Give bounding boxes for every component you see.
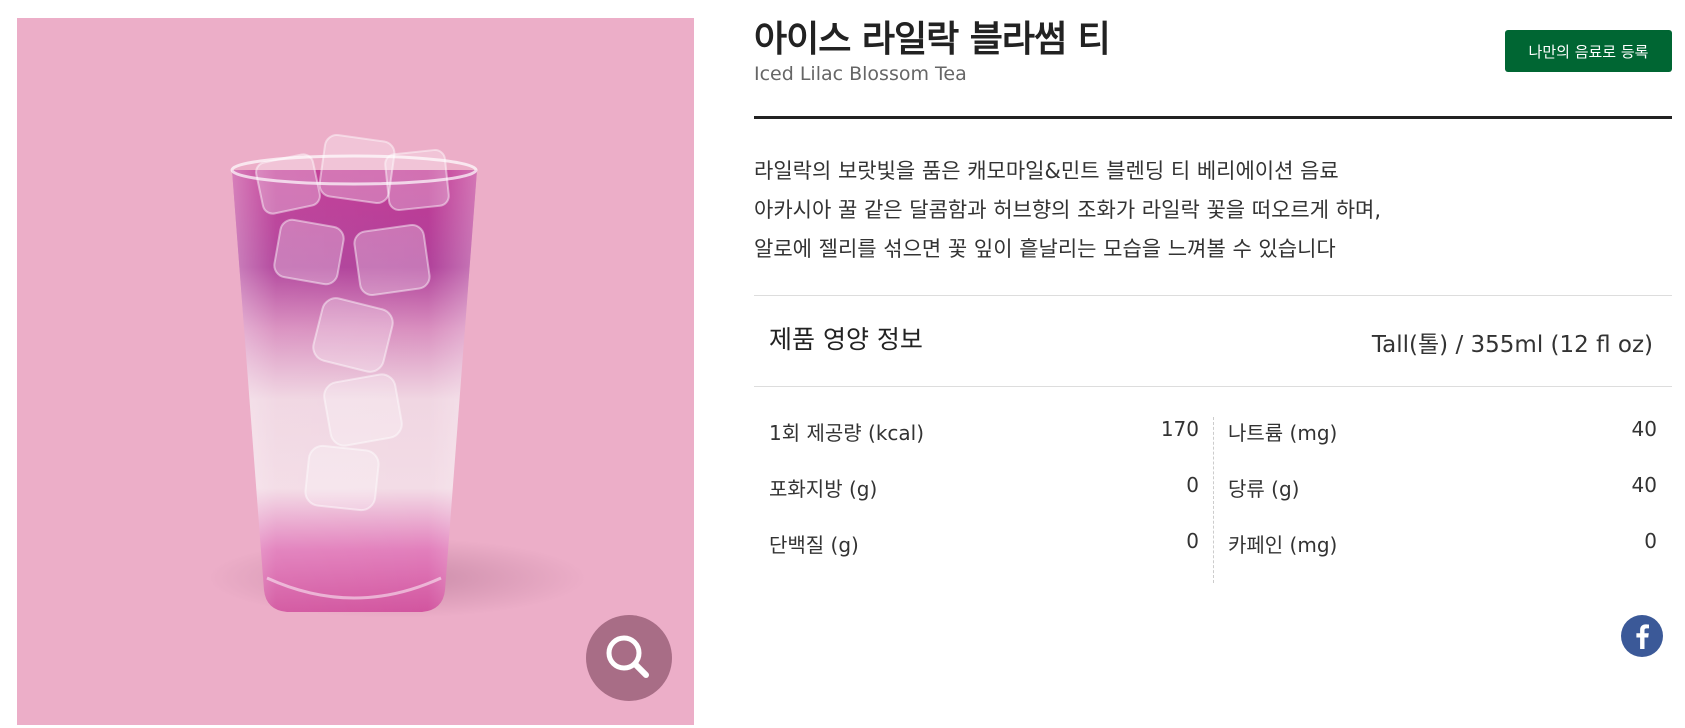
product-image (17, 18, 694, 725)
nutrition-row: 1회 제공량 (kcal) 170 (769, 411, 1199, 467)
section-divider (754, 386, 1672, 387)
nutrition-value: 40 (1631, 417, 1657, 441)
nutrition-label: 1회 제공량 (kcal) (769, 421, 925, 445)
nutrition-label: 단백질 (g) (769, 533, 859, 557)
nutrition-label: 포화지방 (g) (769, 477, 878, 501)
nutrition-value: 40 (1631, 473, 1657, 497)
nutrition-row: 당류 (g) 40 (1228, 467, 1657, 523)
serving-size: Tall(톨) / 355ml (12 fl oz) (1371, 332, 1653, 358)
facebook-share-button[interactable] (1621, 615, 1663, 657)
nutrition-row: 나트륨 (mg) 40 (1228, 411, 1657, 467)
nutrition-value: 170 (1160, 417, 1199, 441)
register-my-drink-button[interactable]: 나만의 음료로 등록 (1505, 30, 1672, 72)
nutrition-title: 제품 영양 정보 (769, 325, 923, 354)
nutrition-value: 0 (1186, 473, 1199, 497)
zoom-button[interactable] (586, 615, 672, 701)
nutrition-label: 당류 (g) (1228, 477, 1300, 501)
description-line: 라일락의 보랏빛을 품은 캐모마일&민트 블렌딩 티 베리에이션 음료 (754, 159, 1339, 183)
nutrition-value: 0 (1644, 529, 1657, 553)
nutrition-row: 포화지방 (g) 0 (769, 467, 1199, 523)
header-divider (754, 116, 1672, 119)
nutrition-label: 카페인 (mg) (1228, 533, 1338, 557)
nutrition-column-left: 1회 제공량 (kcal) 170 포화지방 (g) 0 단백질 (g) 0 (769, 411, 1199, 579)
nutrition-value: 0 (1186, 529, 1199, 553)
nutrition-column-right: 나트륨 (mg) 40 당류 (g) 40 카페인 (mg) 0 (1228, 411, 1657, 579)
column-separator (1213, 417, 1214, 583)
product-title-english: Iced Lilac Blossom Tea (754, 63, 967, 85)
nutrition-label: 나트륨 (mg) (1228, 421, 1338, 445)
product-description: 라일락의 보랏빛을 품은 캐모마일&민트 블렌딩 티 베리에이션 음료 아카시아… (754, 152, 1654, 269)
nutrition-row: 카페인 (mg) 0 (1228, 523, 1657, 579)
nutrition-row: 단백질 (g) 0 (769, 523, 1199, 579)
description-line: 아카시아 꿀 같은 달콤함과 허브향의 조화가 라일락 꽃을 떠오르게 하며, (754, 198, 1382, 222)
facebook-icon (1621, 615, 1663, 657)
description-line: 알로에 젤리를 섞으면 꽃 잎이 흩날리는 모습을 느껴볼 수 있습니다 (754, 237, 1336, 261)
section-divider (754, 295, 1672, 296)
magnifier-icon (606, 635, 649, 678)
product-title-korean: 아이스 라일락 블라썸 티 (754, 19, 1111, 60)
